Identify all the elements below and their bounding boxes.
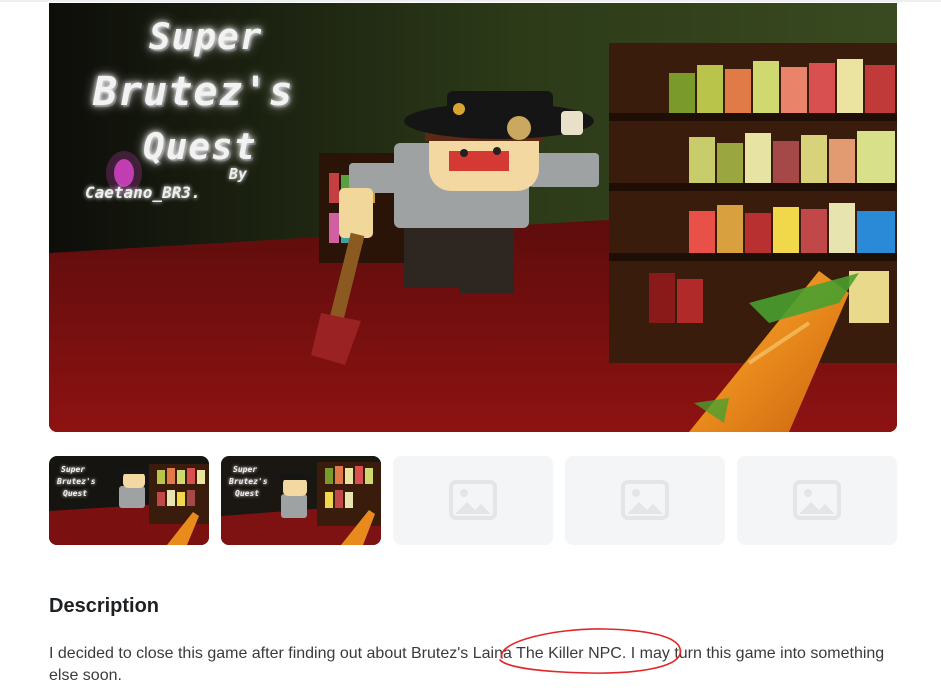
hero-title-line-3: Quest (143, 127, 257, 168)
thumbnail-5-placeholder[interactable] (737, 456, 897, 545)
image-placeholder-icon (793, 480, 841, 520)
thumbnail-1-title-3: Quest (63, 489, 88, 498)
main-media-image[interactable]: Super Brutez's Quest By Caetano_BR3. (49, 3, 897, 432)
image-placeholder-icon (449, 480, 497, 520)
thumbnail-1[interactable]: Super Brutez's Quest (49, 456, 209, 545)
hero-title-line-2: Brutez's (93, 69, 294, 115)
thumbnail-1-title-2: Brutez's (57, 477, 96, 486)
thumbnail-1-title-1: Super (61, 465, 86, 474)
thumbnail-2-title-2: Brutez's (229, 477, 268, 486)
top-divider (0, 0, 941, 2)
hero-credit-by: By (229, 165, 248, 183)
thumbnail-2[interactable]: Super Brutez's Quest (221, 456, 381, 545)
hero-title-line-1: Super (149, 17, 263, 58)
hero-scene-illustration (49, 3, 897, 432)
description-heading: Description (49, 595, 160, 617)
media-thumbnail-strip: Super Brutez's Quest Super Brutez's Ques… (49, 456, 897, 545)
thumbnail-3-placeholder[interactable] (393, 456, 553, 545)
thumbnail-2-title-3: Quest (235, 489, 260, 498)
game-details-page: Super Brutez's Quest By Caetano_BR3. Sup… (0, 0, 941, 697)
thumbnail-4-placeholder[interactable] (565, 456, 725, 545)
hero-credit-name: Caetano_BR3. (85, 183, 201, 202)
description-text: I decided to close this game after findi… (49, 645, 885, 684)
image-placeholder-icon (621, 480, 669, 520)
thumbnail-2-title-1: Super (233, 465, 258, 474)
